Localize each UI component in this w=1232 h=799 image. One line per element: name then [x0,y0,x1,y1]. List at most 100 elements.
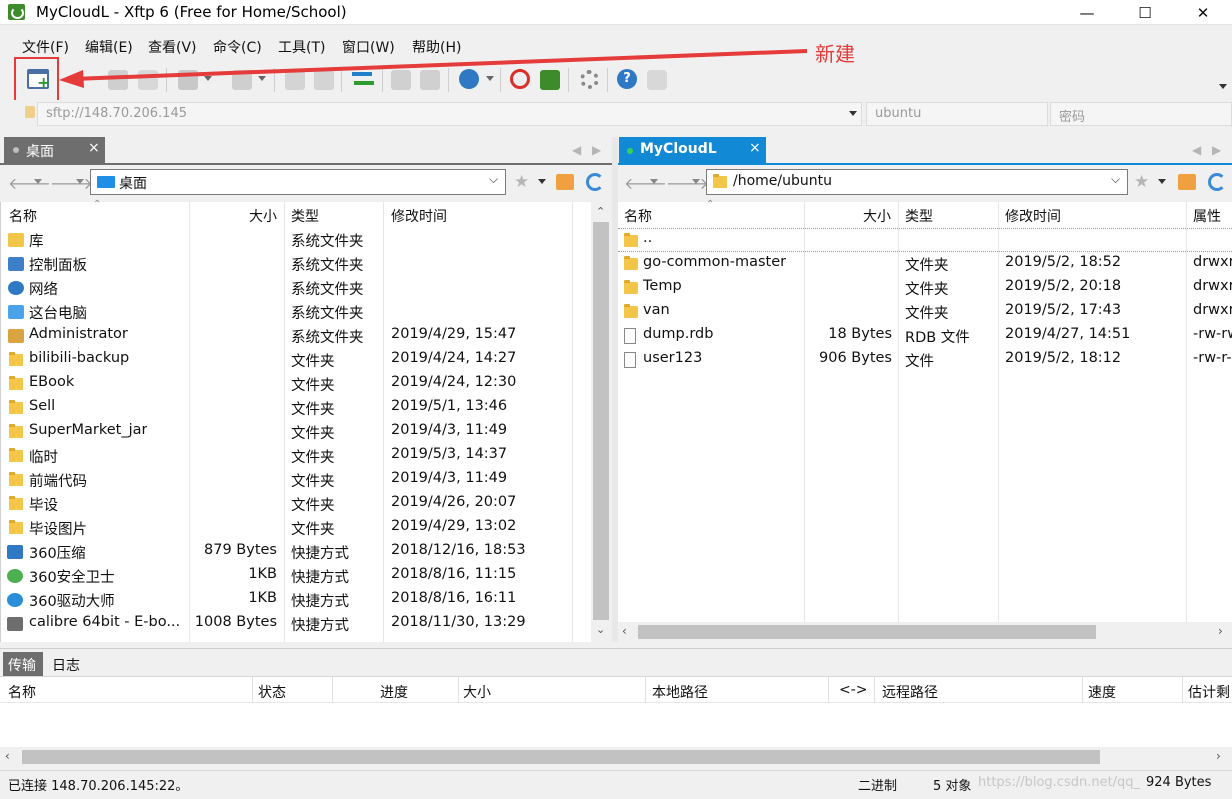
tab-log[interactable]: 日志 [52,655,80,675]
table-row[interactable]: calibre 64bit - E-bo... 1008 Bytes 快捷方式 … [1,612,592,636]
chevron-down-icon[interactable] [650,179,658,184]
minimize-button[interactable]: — [1058,0,1116,25]
table-row[interactable]: Temp 文件夹 2019/5/2, 20:18 drwxr [618,276,1232,300]
table-row[interactable]: 这台电脑 系统文件夹 [1,300,592,324]
table-row[interactable]: bilibili-backup 文件夹 2019/4/24, 14:27 [1,348,592,372]
table-row[interactable]: 毕设 文件夹 2019/4/26, 20:07 [1,492,592,516]
transfer-col-direction[interactable]: <-> [839,682,868,698]
tab-local-desktop[interactable]: 桌面 × [4,137,105,163]
transfer-col-local-path[interactable]: 本地路径 [652,682,708,702]
scroll-up-icon[interactable]: ⌃ [596,205,605,218]
table-row[interactable]: EBook 文件夹 2019/4/24, 12:30 [1,372,592,396]
tab-close-icon[interactable]: × [749,140,761,156]
tab-scroll-left-icon[interactable]: ◀ [572,143,581,157]
transfer-col-progress[interactable]: 进度 [380,682,408,702]
chevron-down-icon[interactable] [538,179,546,184]
table-row[interactable]: 临时 文件夹 2019/5/3, 14:37 [1,444,592,468]
refresh-icon[interactable] [1208,173,1226,191]
transfer-col-size[interactable]: 大小 [463,682,491,702]
host-dropdown-chevron-down-icon[interactable] [849,111,857,116]
tab-close-icon[interactable]: × [88,140,100,156]
table-row[interactable]: 毕设图片 文件夹 2019/4/29, 13:02 [1,516,592,540]
table-row[interactable]: dump.rdb 18 Bytes RDB 文件 2019/4/27, 14:5… [618,324,1232,348]
forward-arrow-icon[interactable]: 🡒 [666,173,709,193]
table-row[interactable]: 库 系统文件夹 [1,228,592,252]
local-path-box[interactable]: 桌面 ⌵ [90,169,506,195]
col-type[interactable]: 类型 [291,206,319,226]
col-modified[interactable]: 修改时间 [391,206,447,226]
transfer-horizontal-scrollbar[interactable]: ‹ › [0,747,1232,767]
table-row[interactable]: 控制面板 系统文件夹 [1,252,592,276]
chevron-down-icon[interactable] [34,179,42,184]
file-modified: 2019/4/3, 11:49 [391,422,508,438]
path-dropdown-chevron-down-icon[interactable]: ⌵ [489,172,498,187]
folder-icon [9,448,23,462]
table-row[interactable]: Administrator 系统文件夹 2019/4/29, 15:47 [1,324,592,348]
back-arrow-icon[interactable]: 🡐 [624,173,667,193]
refresh-icon[interactable] [586,173,604,191]
table-row[interactable]: 360驱动大师 1KB 快捷方式 2018/8/16, 16:11 [1,588,592,612]
col-size[interactable]: 大小 [249,206,277,226]
toolbar-overflow-icon[interactable] [1219,84,1227,89]
col-type[interactable]: 类型 [905,206,933,226]
transfer-col-speed[interactable]: 速度 [1088,682,1116,702]
scroll-right-icon[interactable]: › [1218,624,1223,638]
username-input[interactable]: ubuntu [866,102,1048,126]
table-row[interactable]: 前端代码 文件夹 2019/4/3, 11:49 [1,468,592,492]
transfer-col-name[interactable]: 名称 [8,682,36,702]
tab-scroll-left-icon[interactable]: ◀ [1192,143,1201,157]
scroll-thumb[interactable] [638,625,1096,639]
table-row[interactable]: SuperMarket_jar 文件夹 2019/4/3, 11:49 [1,420,592,444]
close-button[interactable]: ✕ [1174,0,1232,25]
table-row[interactable]: 网络 系统文件夹 [1,276,592,300]
tab-scroll-right-icon[interactable]: ▶ [592,143,601,157]
transfer-col-remote-path[interactable]: 远程路径 [882,682,938,702]
remote-path-box[interactable]: /home/ubuntu ⌵ [706,169,1128,195]
new-session-highlight [14,57,59,106]
transfer-col-status[interactable]: 状态 [258,682,286,702]
home-icon[interactable] [556,174,574,190]
forward-arrow-icon[interactable]: 🡒 [50,173,93,193]
col-modified[interactable]: 修改时间 [1005,206,1061,226]
scroll-right-icon[interactable]: › [1216,749,1221,763]
remote-horizontal-scrollbar[interactable]: ‹ › [618,622,1232,642]
table-row[interactable]: Sell 文件夹 2019/5/1, 13:46 [1,396,592,420]
chevron-down-icon[interactable] [1158,179,1166,184]
file-name: 360安全卫士 [29,570,115,586]
table-row[interactable]: 360压缩 879 Bytes 快捷方式 2018/12/16, 18:53 [1,540,592,564]
password-input[interactable]: 密码 [1050,102,1232,126]
col-name[interactable]: 名称 [9,206,37,226]
favorite-star-icon[interactable]: ★ [1134,172,1149,192]
table-row[interactable]: user123 906 Bytes 文件 2019/5/2, 18:12 -rw… [618,348,1232,372]
host-input[interactable]: sftp://148.70.206.145 [37,102,862,126]
table-row[interactable]: van 文件夹 2019/5/2, 17:43 drwxr [618,300,1232,324]
column-separator [252,677,253,703]
col-size[interactable]: 大小 [863,206,891,226]
chevron-down-icon[interactable] [692,179,700,184]
col-attributes[interactable]: 属性 [1193,206,1221,226]
tab-remote-mycloudl[interactable]: MyCloudL × [619,137,766,164]
maximize-button[interactable]: ☐ [1116,0,1174,25]
scroll-left-icon[interactable]: ‹ [5,749,10,763]
back-arrow-icon[interactable]: 🡐 [8,173,51,193]
scroll-thumb[interactable] [22,750,1100,764]
tab-transfer[interactable]: 传输 [3,652,43,676]
favorite-star-icon[interactable]: ★ [514,172,529,192]
column-separator [1082,677,1083,703]
chevron-down-icon[interactable] [76,179,84,184]
transfer-col-eta[interactable]: 估计剩 [1188,682,1230,702]
path-dropdown-chevron-down-icon[interactable]: ⌵ [1111,172,1120,187]
table-row[interactable]: 360安全卫士 1KB 快捷方式 2018/8/16, 11:15 [1,564,592,588]
file-modified: 2019/5/1, 13:46 [391,398,508,414]
tab-scroll-right-icon[interactable]: ▶ [1212,143,1221,157]
scroll-thumb[interactable] [593,222,609,620]
home-icon[interactable] [1178,174,1196,190]
scroll-down-icon[interactable]: ⌄ [596,623,605,636]
file-modified: 2019/5/2, 18:12 [1005,350,1122,366]
scroll-left-icon[interactable]: ‹ [622,624,627,638]
local-vertical-scrollbar[interactable]: ⌃ ⌄ [591,202,611,642]
table-row[interactable]: go-common-master 文件夹 2019/5/2, 18:52 drw… [618,252,1232,276]
col-name[interactable]: 名称 [624,206,652,226]
table-row-parent[interactable]: .. [618,228,1232,252]
column-separator [332,677,333,703]
